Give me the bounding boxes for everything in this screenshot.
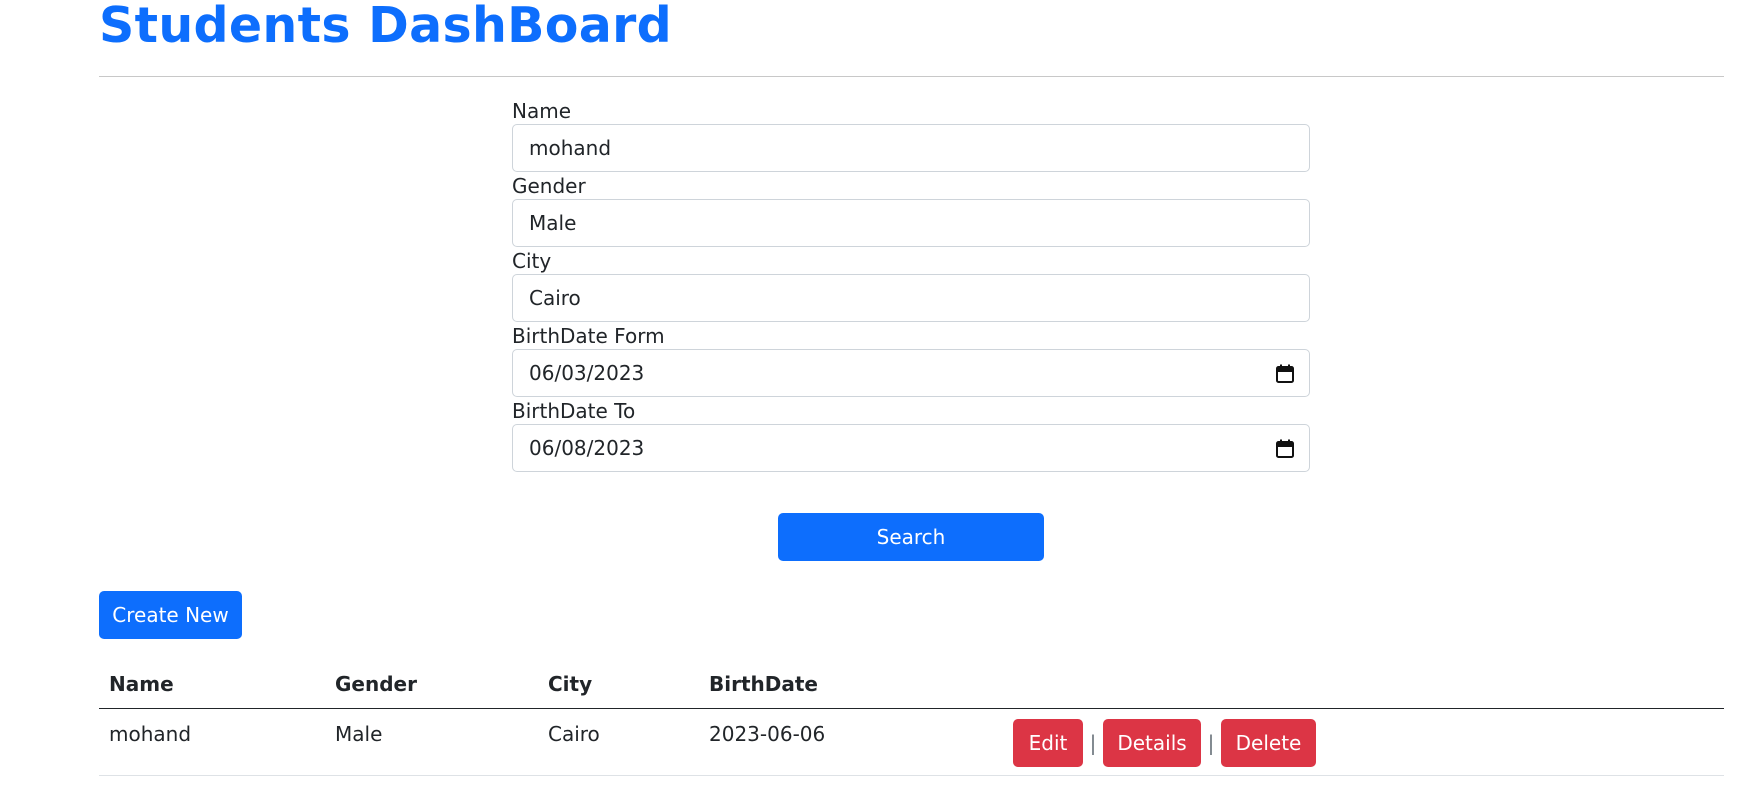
birthdate-from-label: BirthDate Form [512, 324, 665, 348]
page-title: Students DashBoard [99, 0, 672, 54]
cell-name: mohand [109, 722, 192, 746]
gender-label: Gender [512, 174, 586, 198]
cell-birthdate: 2023-06-06 [709, 722, 826, 746]
gender-input[interactable] [513, 200, 1309, 246]
row-actions: Edit | Details | Delete [1013, 719, 1316, 767]
header-name: Name [109, 672, 174, 696]
birthdate-to-input[interactable] [513, 425, 1309, 471]
create-new-button[interactable]: Create New [99, 591, 242, 639]
city-input[interactable] [513, 275, 1309, 321]
cell-gender: Male [335, 722, 383, 746]
calendar-icon[interactable] [1276, 364, 1294, 383]
name-field-wrapper [512, 124, 1310, 172]
birthdate-to-field-wrapper [512, 424, 1310, 472]
birthdate-to-label: BirthDate To [512, 399, 636, 423]
calendar-icon[interactable] [1276, 439, 1294, 458]
students-table: Name Gender City BirthDate mohand Male C… [99, 659, 1724, 776]
birthdate-from-input[interactable] [513, 350, 1309, 396]
delete-button[interactable]: Delete [1221, 719, 1316, 767]
header-city: City [548, 672, 593, 696]
name-input[interactable] [513, 125, 1309, 171]
search-button[interactable]: Search [778, 513, 1044, 561]
header-birthdate: BirthDate [709, 672, 818, 696]
gender-field-wrapper [512, 199, 1310, 247]
search-form: Name Gender City BirthDate Form BirthDat… [512, 98, 1310, 473]
edit-button[interactable]: Edit [1013, 719, 1083, 767]
table-header: Name Gender City BirthDate [99, 659, 1724, 709]
table-row: mohand Male Cairo 2023-06-06 Edit | Deta… [99, 709, 1724, 776]
city-label: City [512, 249, 552, 273]
students-dashboard-page: Students DashBoard Name Gender City Birt… [0, 0, 1752, 802]
title-divider [99, 76, 1724, 77]
cell-city: Cairo [548, 722, 600, 746]
header-gender: Gender [335, 672, 417, 696]
details-button[interactable]: Details [1103, 719, 1201, 767]
city-field-wrapper [512, 274, 1310, 322]
name-label: Name [512, 99, 572, 123]
action-separator: | [1207, 731, 1215, 755]
birthdate-from-field-wrapper [512, 349, 1310, 397]
action-separator: | [1089, 731, 1097, 755]
